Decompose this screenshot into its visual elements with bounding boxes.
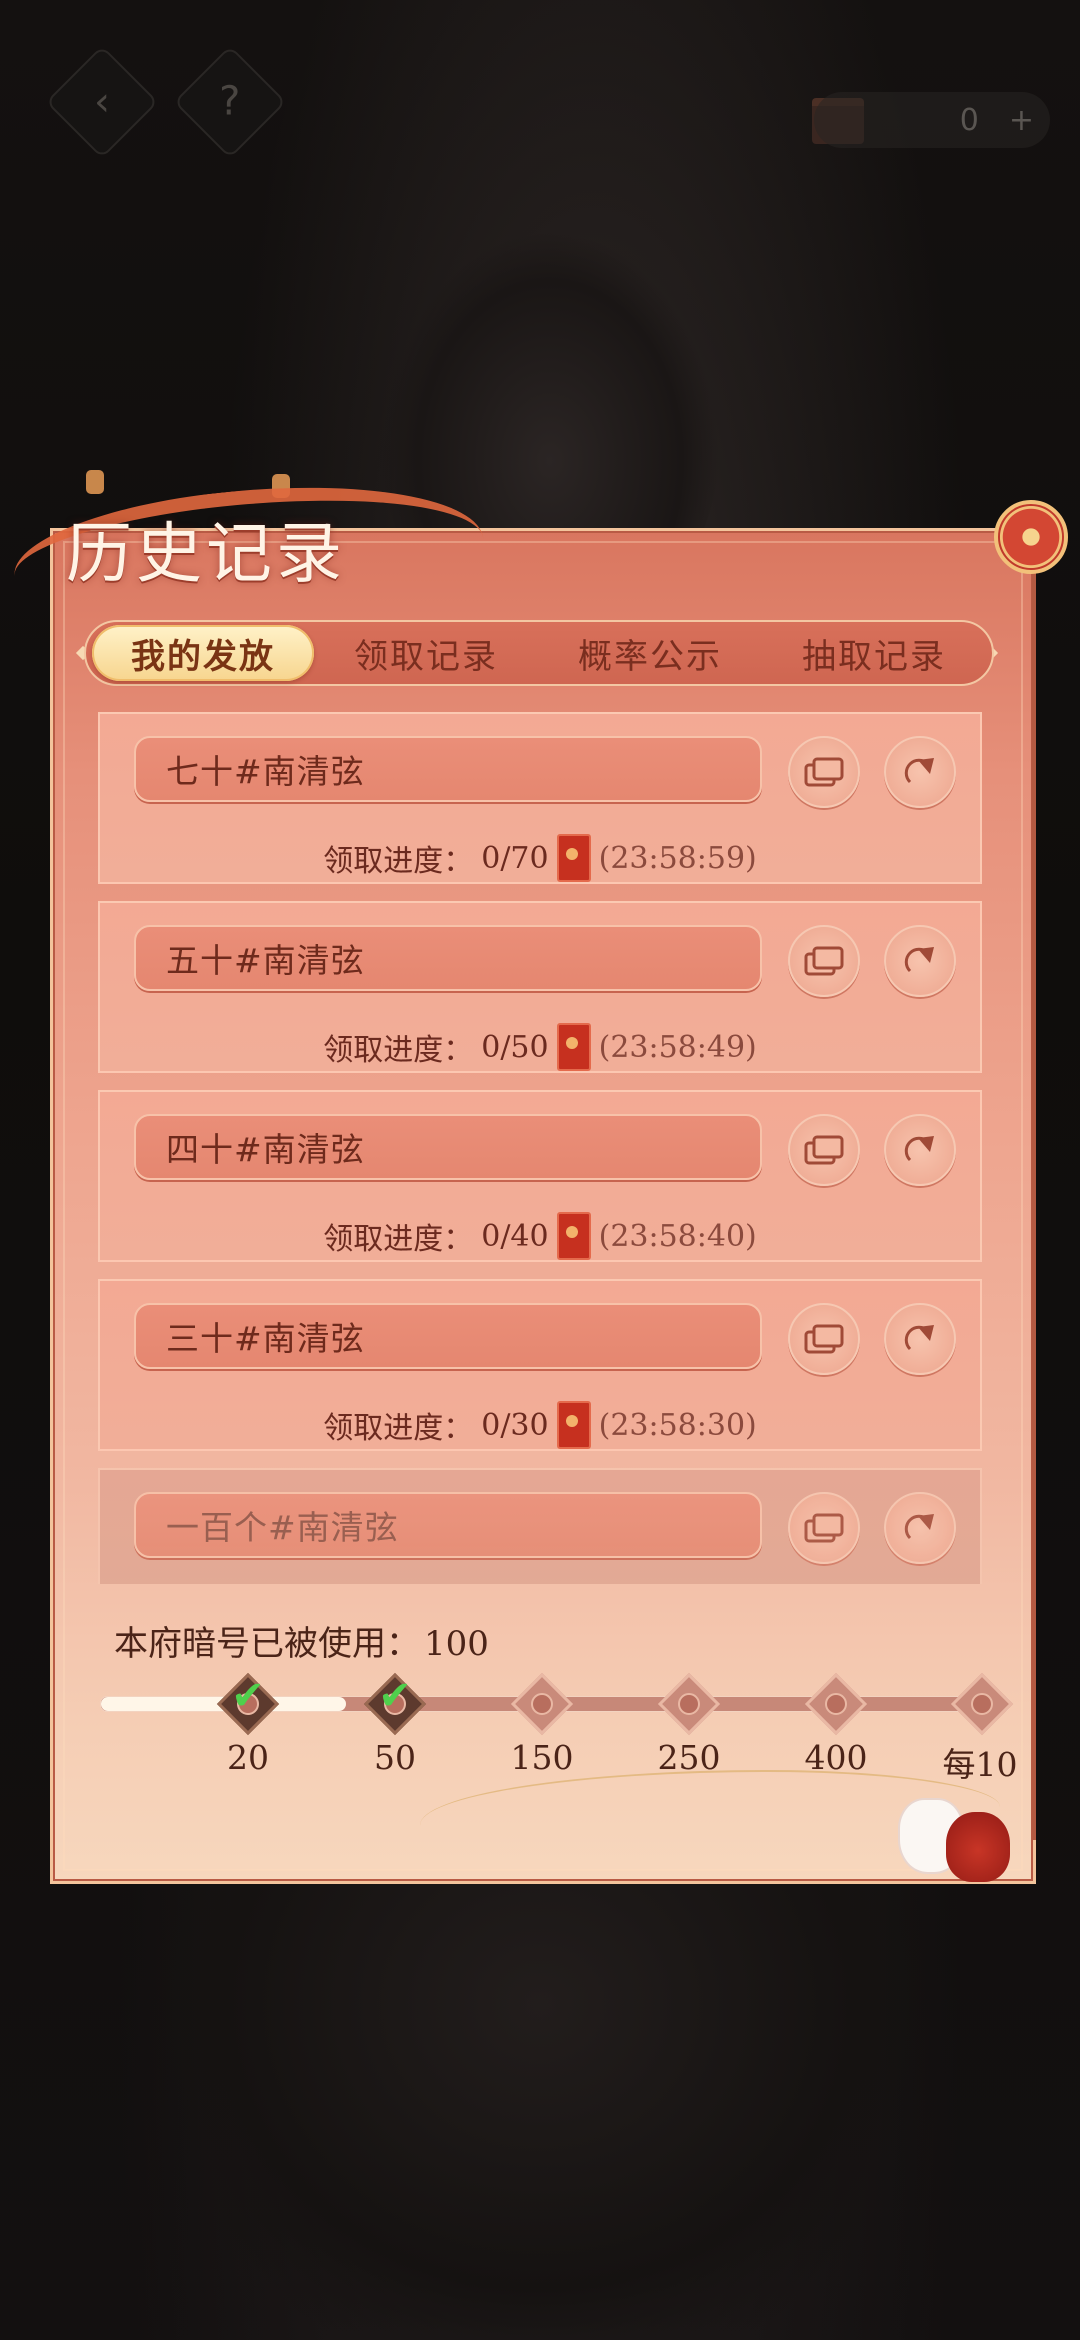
progress-label: 领取进度： xyxy=(323,1222,474,1257)
usage-value: 100 xyxy=(424,1624,489,1664)
record-card: 七十#南清弦 领取进度： 0/70 (23:58:59) xyxy=(98,712,982,884)
progress-value: 0/70 xyxy=(481,840,549,876)
tab-my-distribution[interactable]: 我的发放 xyxy=(92,625,314,681)
red-packet-icon xyxy=(556,834,591,882)
red-packet-icon xyxy=(556,1023,591,1071)
record-card: 三十#南清弦 领取进度： 0/30 (23:58:30) xyxy=(98,1279,982,1451)
countdown-timer: (23:58:40) xyxy=(598,1218,757,1254)
currency-value: 0 xyxy=(959,102,979,138)
milestone-node-inner xyxy=(526,1688,558,1720)
share-icon xyxy=(904,1514,934,1540)
floating-lantern xyxy=(86,470,104,494)
copy-icon xyxy=(804,1324,844,1354)
copy-button[interactable] xyxy=(788,736,860,808)
record-progress: 领取进度： 0/50 (23:58:49) xyxy=(100,1023,980,1071)
milestone-node-inner xyxy=(673,1688,705,1720)
copy-button[interactable] xyxy=(788,1114,860,1186)
record-name: 一百个#南清弦 xyxy=(134,1492,762,1558)
countdown-timer: (23:58:30) xyxy=(598,1407,757,1443)
share-button[interactable] xyxy=(884,1492,956,1564)
check-icon: ✔ xyxy=(378,1673,412,1719)
record-name: 三十#南清弦 xyxy=(134,1303,762,1369)
progress-value: 0/50 xyxy=(481,1029,549,1065)
progress-value: 0/30 xyxy=(481,1407,549,1443)
question-icon: ? xyxy=(219,78,241,125)
countdown-timer: (23:58:59) xyxy=(598,840,757,876)
progress-label: 领取进度： xyxy=(323,844,474,879)
record-progress: 领取进度： 0/70 (23:58:59) xyxy=(100,834,980,882)
record-card: 一百个#南清弦 xyxy=(98,1468,982,1584)
copy-icon xyxy=(804,946,844,976)
lucky-bag-icon xyxy=(946,1812,1010,1882)
progress-value: 0/40 xyxy=(481,1218,549,1254)
milestone-label: 150 xyxy=(510,1738,574,1777)
tab-bar: 我的发放 领取记录 概率公示 抽取记录 xyxy=(84,620,994,686)
record-name: 七十#南清弦 xyxy=(134,736,762,802)
record-progress: 领取进度： 0/40 (23:58:40) xyxy=(100,1212,980,1260)
red-packet-icon xyxy=(556,1401,591,1449)
share-button[interactable] xyxy=(884,925,956,997)
usage-label: 本府暗号已被使用： xyxy=(114,1624,420,1664)
copy-button[interactable] xyxy=(788,1303,860,1375)
copy-icon xyxy=(804,1513,844,1543)
tab-draw-records[interactable]: 抽取记录 xyxy=(762,625,986,681)
milestone-node-inner xyxy=(966,1688,998,1720)
currency-display: 0 + xyxy=(814,92,1050,148)
share-icon xyxy=(904,947,934,973)
share-icon xyxy=(904,1136,934,1162)
check-icon: ✔ xyxy=(231,1673,265,1719)
milestone-label: 20 xyxy=(227,1738,269,1777)
copy-button[interactable] xyxy=(788,925,860,997)
character-robe xyxy=(170,1860,910,2340)
record-name: 五十#南清弦 xyxy=(134,925,762,991)
usage-text: 本府暗号已被使用： 100 xyxy=(114,1616,489,1665)
share-button[interactable] xyxy=(884,1114,956,1186)
copy-icon xyxy=(804,757,844,787)
record-name: 四十#南清弦 xyxy=(134,1114,762,1180)
copy-icon xyxy=(804,1135,844,1165)
tab-claim-records[interactable]: 领取记录 xyxy=(314,625,538,681)
lantern-icon xyxy=(994,500,1068,574)
add-currency-button[interactable]: + xyxy=(1009,103,1034,138)
red-packet-icon xyxy=(556,1212,591,1260)
copy-button[interactable] xyxy=(788,1492,860,1564)
record-card: 五十#南清弦 领取进度： 0/50 (23:58:49) xyxy=(98,901,982,1073)
record-card: 四十#南清弦 领取进度： 0/40 (23:58:40) xyxy=(98,1090,982,1262)
progress-label: 领取进度： xyxy=(323,1033,474,1068)
record-progress: 领取进度： 0/30 (23:58:30) xyxy=(100,1401,980,1449)
milestone-node-inner xyxy=(820,1688,852,1720)
share-icon xyxy=(904,1325,934,1351)
share-button[interactable] xyxy=(884,736,956,808)
share-icon xyxy=(904,758,934,784)
milestone-label: 50 xyxy=(374,1738,416,1777)
panel-title: 历史记录 xyxy=(66,515,346,592)
lantern-pole xyxy=(1032,570,1036,1840)
share-button[interactable] xyxy=(884,1303,956,1375)
countdown-timer: (23:58:49) xyxy=(598,1029,757,1065)
back-arrow-icon: ‹ xyxy=(94,79,110,125)
record-list[interactable]: 七十#南清弦 领取进度： 0/70 (23:58:59) 五十#南清弦 领取进度：… xyxy=(98,712,982,1584)
progress-label: 领取进度： xyxy=(323,1411,474,1446)
tab-probability[interactable]: 概率公示 xyxy=(538,625,762,681)
milestone-label: 每10 xyxy=(942,1745,1018,1784)
